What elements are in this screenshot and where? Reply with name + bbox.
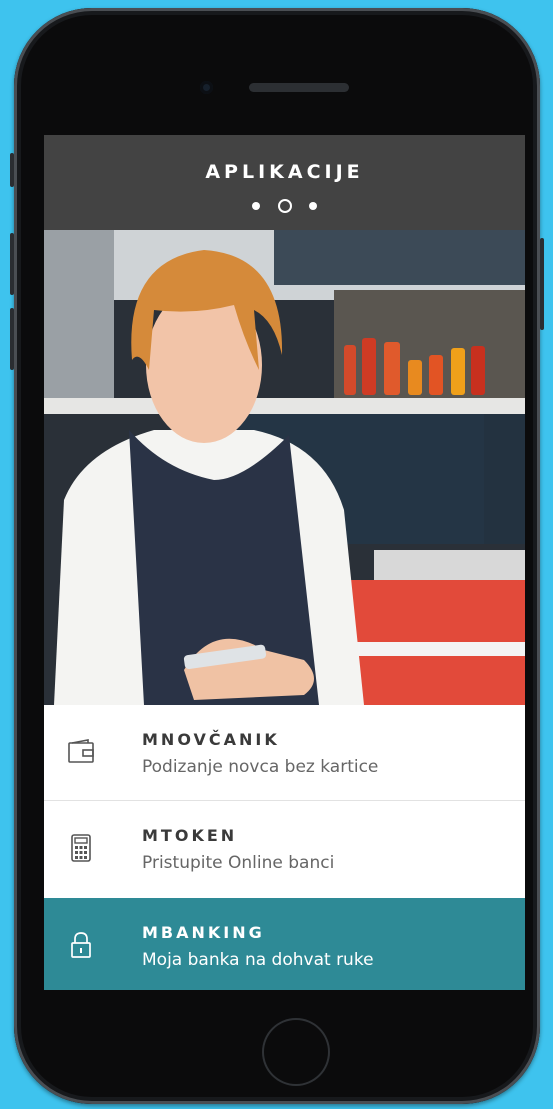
menu-item-mbanking[interactable]: MBANKING Moja banka na dohvat ruke — [44, 898, 525, 990]
menu-item-description: Podizanje novca bez kartice — [142, 757, 379, 777]
menu-item-description: Moja banka na dohvat ruke — [142, 950, 374, 970]
wallet-icon — [68, 739, 94, 763]
volume-up-button — [10, 233, 14, 295]
lock-icon — [71, 932, 91, 958]
front-camera — [200, 81, 213, 94]
menu-item-title: MTOKEN — [142, 826, 238, 845]
menu-item-title: MBANKING — [142, 923, 265, 942]
page-title: APLIKACIJE — [205, 161, 364, 183]
home-button[interactable] — [262, 1018, 330, 1086]
page-dot-active[interactable] — [277, 198, 292, 213]
menu-item-mtoken[interactable]: MTOKEN Pristupite Online banci — [44, 801, 525, 897]
page-dot[interactable] — [252, 201, 261, 210]
page-dot[interactable] — [308, 201, 317, 210]
app-screen: APLIKACIJE MNOVČANIK Podizanje novca bez… — [44, 135, 525, 990]
header-bar: APLIKACIJE — [44, 135, 525, 230]
page-indicator[interactable] — [44, 195, 525, 213]
calculator-icon — [71, 834, 91, 862]
silent-switch — [10, 153, 14, 187]
barista-photo — [44, 230, 525, 705]
hero-photo — [44, 230, 525, 705]
volume-down-button — [10, 308, 14, 370]
earpiece-speaker — [249, 83, 349, 92]
menu-item-title: MNOVČANIK — [142, 730, 280, 749]
power-button — [540, 238, 544, 330]
menu-item-mnovcanik[interactable]: MNOVČANIK Podizanje novca bez kartice — [44, 705, 525, 801]
menu-item-description: Pristupite Online banci — [142, 853, 335, 873]
